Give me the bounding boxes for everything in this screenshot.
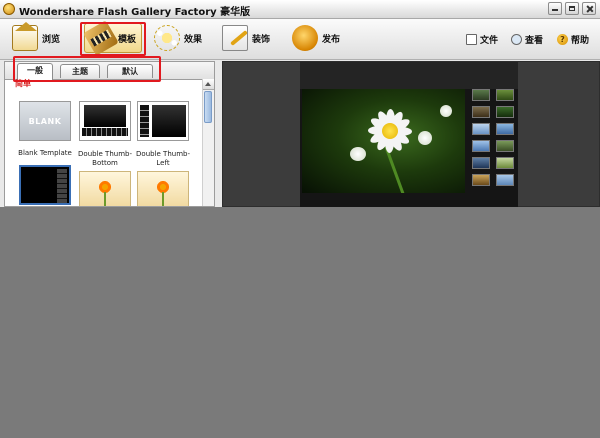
thumb-strip: [57, 169, 67, 203]
template-panel: 一般 主题 默认 简单 BLANK Blank Template Double …: [4, 61, 215, 207]
file-label: 文件: [480, 36, 499, 46]
view-label: 查看: [525, 36, 544, 46]
thumb-strip: [82, 128, 128, 136]
preview-thumb[interactable]: [496, 123, 514, 135]
template-thumb-selected[interactable]: [19, 165, 71, 205]
close-button[interactable]: [582, 2, 596, 15]
thumb-main-image: [84, 105, 126, 127]
preview-main-photo[interactable]: [302, 89, 465, 193]
tabs-highlight-box: [13, 56, 161, 82]
maximize-button[interactable]: [565, 2, 579, 15]
browse-button[interactable]: 浏览: [12, 22, 61, 53]
view-menu-button[interactable]: 查看: [511, 33, 543, 46]
preview-thumb[interactable]: [496, 89, 514, 101]
preview-thumb[interactable]: [496, 106, 514, 118]
scroll-thumb[interactable]: [204, 91, 212, 123]
window-title: Wondershare Flash Gallery Factory 豪华版: [19, 7, 251, 18]
house-icon: [12, 22, 38, 51]
browse-label: 浏览: [42, 34, 61, 45]
template-thumb-double-bottom[interactable]: [79, 101, 131, 141]
sparkle-icon: [154, 25, 180, 51]
preview-thumb[interactable]: [496, 140, 514, 152]
toolbar-highlight-box: [80, 22, 146, 56]
preview-thumb[interactable]: [472, 123, 490, 135]
file-icon: [466, 34, 477, 45]
flower-bud: [350, 147, 366, 161]
preview-stage-header: [300, 62, 518, 89]
preview-thumb[interactable]: [472, 89, 490, 101]
minimize-button[interactable]: [548, 2, 562, 15]
file-menu-button[interactable]: 文件: [466, 33, 498, 46]
app-window: Wondershare Flash Gallery Factory 豪华版 浏览…: [0, 0, 600, 207]
template-label-double-bottom: Double Thumb-Bottom: [78, 150, 132, 167]
publish-label: 发布: [322, 34, 341, 45]
help-label: 帮助: [571, 36, 590, 46]
app-logo-icon: [3, 3, 15, 15]
template-thumb-double-left[interactable]: [137, 101, 189, 141]
brush-icon: [222, 25, 248, 51]
thumb-main-image: [152, 105, 186, 137]
publish-icon: [292, 25, 318, 51]
title-bar[interactable]: Wondershare Flash Gallery Factory 豪华版: [0, 0, 600, 19]
help-menu-button[interactable]: ? 帮助: [557, 33, 589, 46]
preview-thumb[interactable]: [472, 140, 490, 152]
thumb-strip: [140, 105, 149, 137]
help-icon: ?: [557, 34, 568, 45]
preview-thumbnail-strip: [472, 89, 516, 193]
window-controls: [548, 2, 596, 15]
preview-thumb[interactable]: [496, 174, 514, 186]
effects-label: 效果: [184, 34, 203, 45]
preview-thumb[interactable]: [472, 157, 490, 169]
flower-bud: [418, 131, 432, 145]
preview-thumb[interactable]: [472, 106, 490, 118]
template-thumb-flower-1[interactable]: [79, 171, 131, 206]
flower-center: [382, 123, 398, 139]
preview-thumb[interactable]: [472, 174, 490, 186]
template-thumb-blank[interactable]: BLANK: [19, 101, 71, 141]
decorate-label: 装饰: [252, 34, 271, 45]
decorate-button[interactable]: 装饰: [222, 23, 270, 53]
scroll-up-arrow-icon[interactable]: [203, 79, 214, 90]
view-icon: [511, 34, 522, 45]
template-label-blank: Blank Template: [18, 149, 72, 157]
preview-thumb[interactable]: [496, 157, 514, 169]
template-scrollbar[interactable]: [202, 79, 214, 206]
effects-button[interactable]: 效果: [154, 23, 202, 53]
template-thumb-flower-2[interactable]: [137, 171, 189, 206]
template-label-double-left: Double Thumb-Left: [136, 150, 190, 167]
publish-button[interactable]: 发布: [292, 23, 340, 53]
flower-bud: [440, 105, 452, 117]
